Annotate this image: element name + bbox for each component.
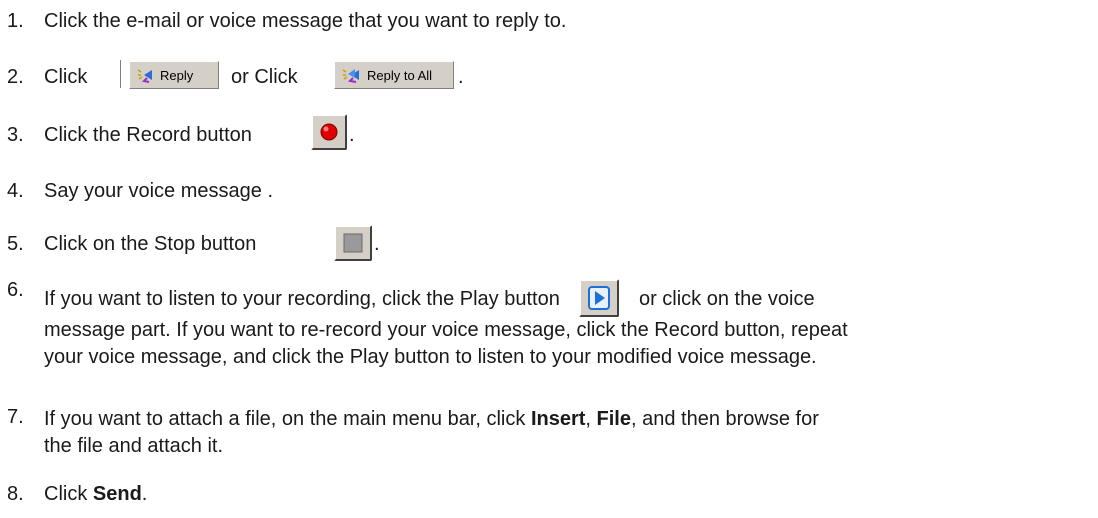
reply-all-button[interactable]: Reply to All — [334, 61, 454, 89]
step-number: 2. — [7, 66, 24, 88]
step-text-post: . — [141, 483, 148, 505]
menu-insert: Insert — [530, 408, 586, 430]
step-line-3: your voice message, and click the Play b… — [44, 346, 817, 368]
reply-button[interactable]: Reply — [129, 61, 219, 89]
step-number: 3. — [7, 124, 24, 146]
record-icon — [320, 123, 338, 141]
step-text: Click the e-mail or voice message that y… — [44, 10, 567, 32]
reply-label: Reply — [160, 67, 194, 83]
reply-all-icon — [342, 69, 359, 83]
step-text-pre: Click — [44, 483, 93, 505]
step-number: 8. — [7, 483, 24, 505]
step-line-2: the file and attach it. — [44, 435, 224, 457]
toolbar-separator — [120, 60, 124, 88]
step-number: 7. — [7, 406, 24, 428]
step-line-1: If you want to attach a file, on the mai… — [44, 406, 1084, 433]
step-text-post: or click on the voice — [638, 288, 815, 310]
reply-all-label: Reply to All — [367, 67, 433, 83]
stop-button[interactable] — [334, 225, 372, 261]
play-icon — [588, 286, 611, 310]
step-text-pre: If you want to listen to your recording,… — [44, 288, 560, 310]
record-button[interactable] — [311, 114, 347, 150]
stop-icon — [343, 233, 363, 253]
step-text-block: If you want to attach a file, on the mai… — [44, 406, 1084, 460]
step-text: If you want to attach a file, on the mai… — [44, 408, 531, 430]
step-number: 4. — [7, 180, 24, 202]
step-text-post: . — [349, 124, 355, 146]
play-button[interactable] — [579, 279, 620, 317]
step-text: Say your voice message . — [44, 180, 273, 202]
step-text-post: . — [374, 233, 380, 255]
step-text-pre: Click the Record button — [44, 124, 252, 146]
send-label: Send — [92, 483, 142, 505]
step-text-pre: Click — [44, 66, 88, 88]
step-text: , — [585, 408, 597, 430]
step-text: , and then browse for — [630, 408, 819, 430]
step-text-post: . — [458, 66, 464, 88]
step-text-block: If you want to listen to your recording,… — [44, 279, 1084, 371]
step-text-mid: or Click — [231, 66, 298, 88]
step-text: Click Send. — [44, 483, 147, 506]
step-text-pre: Click on the Stop button — [44, 233, 257, 255]
step-number: 6. — [7, 279, 24, 301]
step-line-1: If you want to listen to your recording,… — [44, 279, 1084, 317]
menu-file: File — [596, 408, 631, 430]
step-number: 5. — [7, 233, 24, 255]
reply-icon — [137, 69, 152, 83]
step-number: 1. — [7, 10, 24, 32]
step-line-2: message part. If you want to re-record y… — [44, 319, 848, 341]
